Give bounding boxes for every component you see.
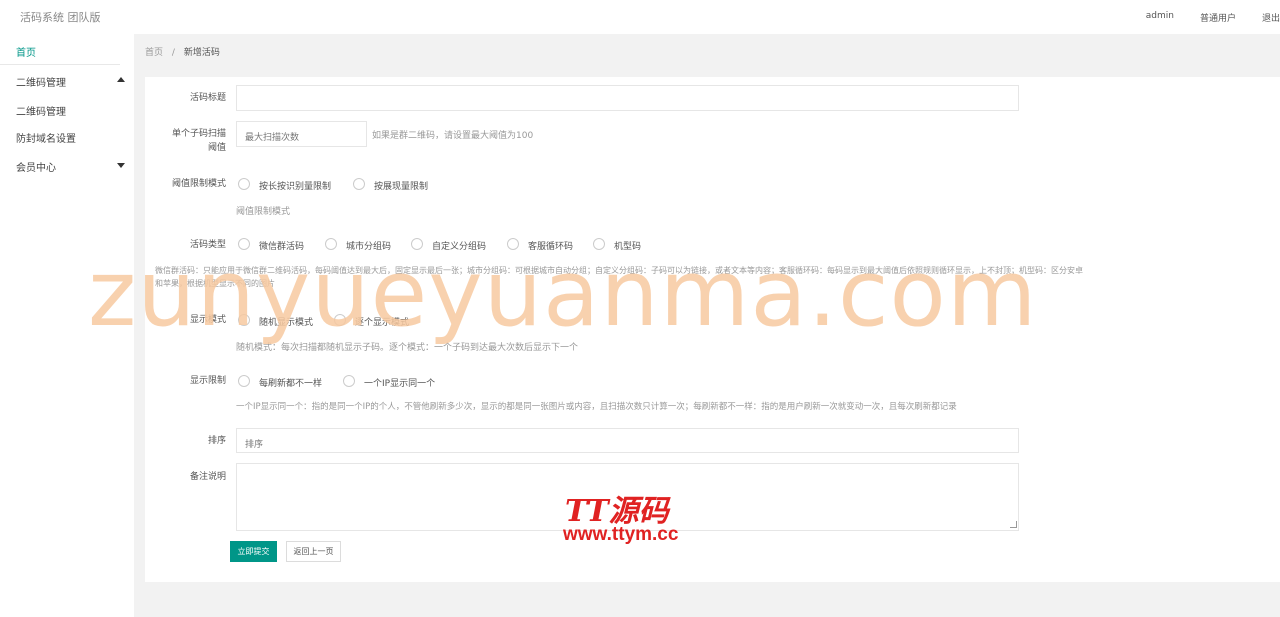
sort-label: 排序 [207, 436, 226, 446]
resize-handle-icon[interactable] [1010, 521, 1017, 528]
breadcrumb-separator: / [171, 48, 175, 58]
sidebar-divider [0, 64, 120, 65]
radio-label-limit-by-view[interactable]: 按展现量限制 [374, 179, 428, 192]
sidebar-item-home[interactable]: 首页 [16, 44, 36, 59]
top-right-menu: admin 普通用户 退出 [1120, 11, 1280, 24]
threshold-hint: 如果是群二维码，请设置最大阈值为100 [372, 131, 534, 141]
title-label: 活码标题 [189, 93, 226, 103]
sidebar-item-qr-manage[interactable]: 二维码管理 [16, 103, 66, 118]
breadcrumb-current: 新增活码 [183, 48, 220, 58]
radio-label-limit-refresh[interactable]: 每刷新都不一样 [259, 376, 322, 389]
radio-limit-by-view[interactable] [353, 178, 365, 190]
sidebar-group-qr[interactable]: 二维码管理 [16, 74, 66, 89]
sidebar-item-domain-settings[interactable]: 防封域名设置 [16, 130, 76, 145]
submit-button[interactable]: 立即提交 [230, 541, 277, 562]
display-limit-hint: 一个IP显示同一个：指的是同一个IP的个人，不管他刷新多少次，显示的都是同一张图… [236, 402, 957, 412]
chevron-down-icon[interactable] [117, 163, 125, 168]
limit-mode-hint: 阈值限制模式 [236, 207, 291, 217]
logout-link[interactable]: 退出 [1262, 11, 1280, 24]
top-bar: 活码系统 团队版 admin 普通用户 退出 [0, 0, 1280, 34]
title-input[interactable] [236, 85, 1019, 111]
breadcrumb: 首页 / 新增活码 [145, 45, 220, 58]
watermark-text: zunyueyuanma.com [88, 240, 1038, 347]
sort-input[interactable]: 排序 [236, 428, 1019, 453]
app-title: 活码系统 团队版 [20, 11, 101, 24]
sidebar-group-member[interactable]: 会员中心 [16, 159, 56, 174]
radio-label-limit-by-press[interactable]: 按长按识别量限制 [259, 179, 331, 192]
limit-mode-label: 阈值限制模式 [171, 179, 226, 189]
remark-label: 备注说明 [189, 472, 226, 482]
role-link[interactable]: 普通用户 [1200, 11, 1236, 24]
threshold-label-line2: 阈值 [207, 143, 226, 153]
username-link[interactable]: admin [1146, 11, 1174, 24]
radio-label-limit-ip[interactable]: 一个IP显示同一个 [364, 376, 435, 389]
threshold-label-line1: 单个子码扫描 [171, 129, 226, 139]
back-button[interactable]: 返回上一页 [286, 541, 341, 562]
chevron-up-icon[interactable] [117, 77, 125, 82]
radio-limit-by-press[interactable] [238, 178, 250, 190]
radio-limit-ip[interactable] [343, 375, 355, 387]
threshold-label: 单个子码扫描 阈值 [154, 127, 226, 155]
radio-limit-refresh[interactable] [238, 375, 250, 387]
threshold-input[interactable]: 最大扫描次数 [236, 121, 367, 147]
display-limit-label: 显示限制 [189, 376, 226, 386]
watermark-logo-bottom: www.ttym.cc [563, 524, 679, 545]
breadcrumb-home[interactable]: 首页 [145, 48, 163, 58]
